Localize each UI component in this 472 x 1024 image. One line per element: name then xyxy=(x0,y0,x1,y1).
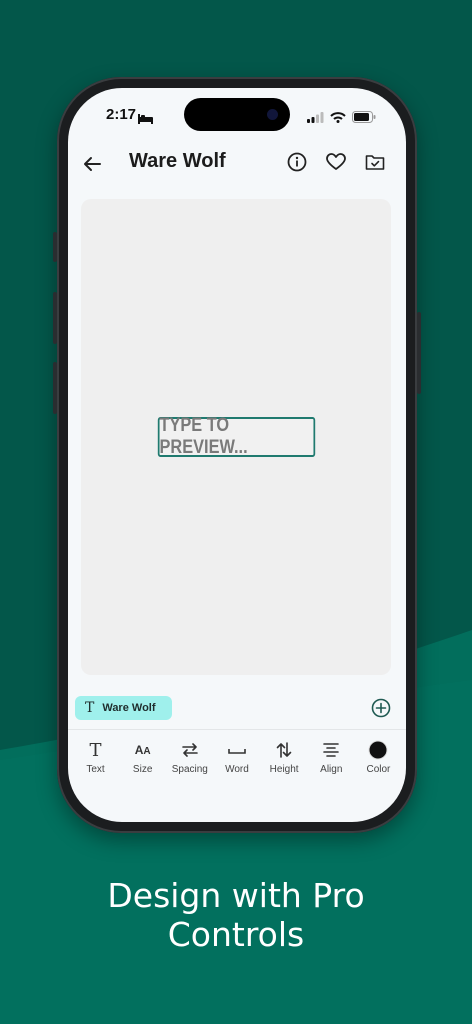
action-button xyxy=(53,232,57,262)
page-title: Ware Wolf xyxy=(129,150,226,172)
tool-word[interactable]: Word xyxy=(213,740,260,780)
back-arrow-icon xyxy=(84,157,101,171)
bed-icon xyxy=(138,109,153,128)
preview-text-box[interactable]: TYPE TO PREVIEW... xyxy=(157,415,316,458)
status-icons xyxy=(307,108,376,127)
volume-down-button xyxy=(53,362,57,414)
tool-text[interactable]: T Text xyxy=(72,740,119,780)
swap-arrows-icon xyxy=(182,740,198,760)
tool-height[interactable]: Height xyxy=(261,740,308,780)
tool-label: Spacing xyxy=(171,764,208,775)
app-screen: 2:17 Ware Wolf TYPE TO PREVIEW... T Ware… xyxy=(68,88,406,822)
signal-icon xyxy=(307,108,324,127)
tool-size[interactable]: AA Size xyxy=(119,740,166,780)
color-dot-icon xyxy=(368,740,388,760)
favorite-button[interactable] xyxy=(325,151,347,173)
tool-align[interactable]: Align xyxy=(308,740,355,780)
save-to-folder-button[interactable] xyxy=(364,151,386,173)
tagline-line-2: Controls xyxy=(167,915,305,954)
back-button[interactable] xyxy=(80,152,104,176)
phone-frame: 2:17 Ware Wolf TYPE TO PREVIEW... T Ware… xyxy=(53,77,421,833)
info-button[interactable] xyxy=(286,151,308,173)
tool-label: Align xyxy=(320,764,343,775)
align-center-icon xyxy=(323,740,340,760)
plus-circle-icon xyxy=(371,698,391,718)
tool-label: Height xyxy=(269,764,299,775)
camera-icon xyxy=(267,109,278,120)
heart-icon xyxy=(326,153,346,170)
add-layer-button[interactable] xyxy=(370,697,392,719)
preview-canvas[interactable]: TYPE TO PREVIEW... xyxy=(81,199,391,675)
tagline: Design with Pro Controls xyxy=(0,876,472,954)
battery-icon xyxy=(352,108,376,127)
wifi-icon xyxy=(330,108,346,127)
layer-chip-label: Ware Wolf xyxy=(102,702,156,714)
bottom-toolbar: T Text AA Size Spacing Word Height Align… xyxy=(72,740,402,780)
toolbar-divider xyxy=(68,729,406,730)
tagline-line-1: Design with Pro xyxy=(107,876,365,915)
info-icon xyxy=(287,152,307,172)
tool-label: Size xyxy=(132,764,153,775)
volume-up-button xyxy=(53,292,57,344)
up-down-arrows-icon xyxy=(276,740,292,760)
space-icon xyxy=(228,740,246,760)
folder-check-icon xyxy=(365,155,385,170)
dynamic-island xyxy=(184,98,290,131)
tool-label: Color xyxy=(366,764,391,775)
status-time: 2:17 xyxy=(106,106,137,123)
tool-spacing[interactable]: Spacing xyxy=(166,740,213,780)
tool-color[interactable]: Color xyxy=(355,740,402,780)
layer-chip[interactable]: T Ware Wolf xyxy=(75,696,172,720)
power-button xyxy=(417,312,421,394)
text-t-icon: T xyxy=(85,700,95,716)
font-size-icon: AA xyxy=(134,743,151,757)
tool-label: Text xyxy=(86,764,105,775)
tool-label: Word xyxy=(225,764,249,775)
text-icon: T xyxy=(89,739,102,761)
